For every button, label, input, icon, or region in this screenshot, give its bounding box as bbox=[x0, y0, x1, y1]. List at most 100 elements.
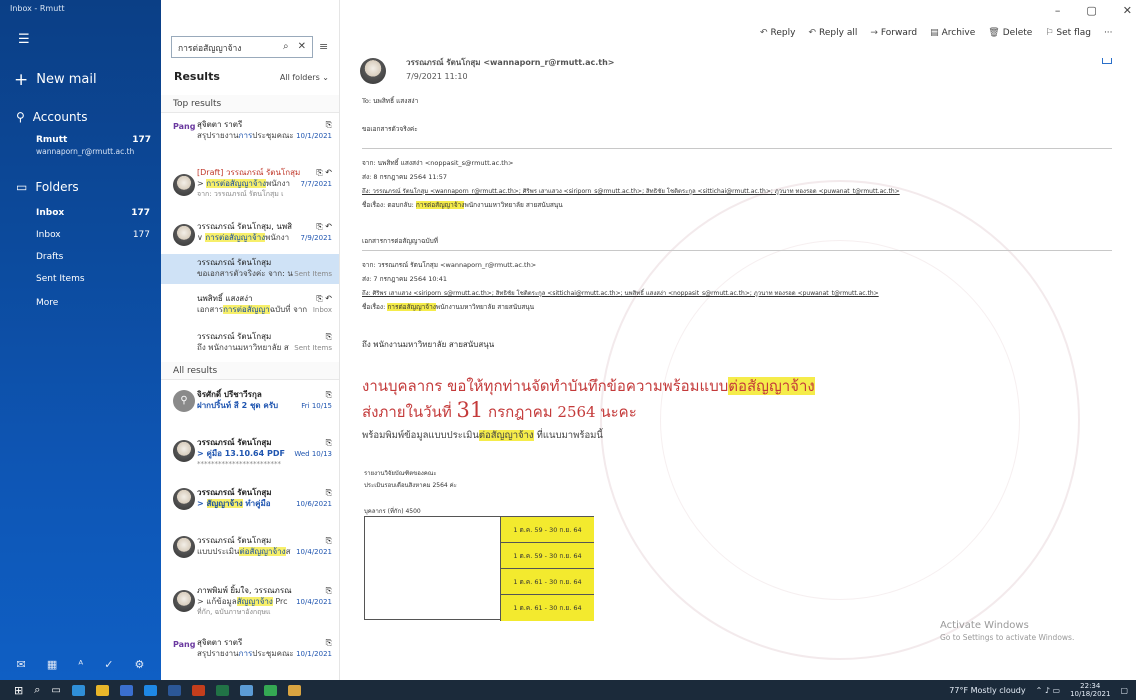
app-icon[interactable] bbox=[287, 684, 301, 696]
account-rmutt[interactable]: Rmutt 177 wannaporn_r@rmutt.ac.th bbox=[36, 135, 151, 156]
app-switcher: ✉ ▦ ᴬ ✓ ⚙ bbox=[0, 648, 161, 680]
sender: วรรณภรณ์ รัตนโกสุม, นพสิ bbox=[197, 222, 293, 231]
navigation-pane: Inbox - Rmutt ☰ + New mail ⚲ Accounts Rm… bbox=[0, 0, 161, 680]
mail-icon[interactable]: ✉ bbox=[17, 658, 26, 671]
results-header: Results All folders ⌄ bbox=[174, 70, 329, 83]
new-mail-button[interactable]: + New mail bbox=[14, 69, 97, 90]
quoted-subject: ชื่อเรื่อง: ตอบกลับ: การต่อสัญญาจ้างพนัก… bbox=[362, 200, 563, 210]
quoted-subject: ชื่อเรื่อง: การต่อสัญญาจ้างพนักงานมหาวิท… bbox=[362, 302, 534, 312]
reply-all-button[interactable]: ↶ Reply all bbox=[808, 28, 857, 38]
notification-icon[interactable]: ▢ bbox=[1120, 686, 1128, 695]
list-item[interactable]: ภาพพิมพ์ ยิ้มใจ, วรรณภรณ ⎘ > แก้ข้อมูลสัญ… bbox=[161, 582, 339, 626]
account-name: Rmutt bbox=[36, 135, 68, 145]
subject: สรุปรายงาน bbox=[197, 130, 239, 140]
accounts-header[interactable]: ⚲ Accounts bbox=[16, 110, 88, 124]
message-from[interactable]: วรรณภรณ์ รัตนโกสุม <wannaporn_r@rmutt.ac… bbox=[406, 56, 614, 69]
person-icon: ⚲ bbox=[16, 110, 25, 124]
sender: วรรณภรณ์ รัตนโกสุม bbox=[197, 258, 272, 267]
collapse-icon[interactable] bbox=[1102, 58, 1112, 64]
list-item[interactable]: สุจิตตา ราตรี ⎘ สรุปรายงานการประชุมคณะ 10/… bbox=[161, 116, 339, 152]
activate-subtitle: Go to Settings to activate Windows. bbox=[940, 633, 1075, 642]
sender: วรรณภรณ์ รัตนโกสุม bbox=[197, 536, 272, 545]
subject: > แก้ข้อมูล bbox=[197, 596, 237, 606]
scope-dropdown[interactable]: All folders ⌄ bbox=[280, 73, 329, 82]
task-view-icon[interactable]: ▭ bbox=[51, 685, 60, 696]
folder-more[interactable]: More bbox=[0, 294, 161, 312]
file-explorer-icon[interactable] bbox=[95, 684, 109, 696]
flag-icon: ⚐ bbox=[1045, 28, 1054, 38]
body-match: ต่อสัญญาจ้าง bbox=[478, 430, 534, 441]
settings-icon[interactable]: ⚙ bbox=[135, 658, 145, 671]
list-item[interactable]: นพสิทธิ์ แสงสง่า ⎘ ↶ เอกสารการต่อสัญญาฉบั… bbox=[161, 290, 339, 320]
reply-label: Reply bbox=[770, 28, 796, 38]
delete-button[interactable]: 🗑 Delete bbox=[988, 28, 1032, 38]
search-input[interactable]: การต่อสัญญาจ้าง ⌕ ✕ bbox=[171, 36, 313, 58]
edge-icon[interactable] bbox=[71, 684, 85, 696]
store-icon[interactable] bbox=[119, 684, 133, 696]
all-results-header: All results bbox=[161, 362, 339, 380]
sender: วรรณภรณ์ รัตนโกสุม bbox=[197, 438, 272, 447]
set-flag-button[interactable]: ⚐ Set flag bbox=[1045, 28, 1091, 38]
list-item[interactable]: วรรณภรณ์ รัตนโกสุม ⎘ > สัญญาจ้าง ทำคู่มือ… bbox=[161, 484, 339, 518]
subject-match: การ bbox=[238, 648, 253, 658]
list-item[interactable]: วรรณภรณ์ รัตนโกสุม ⎘ > คู่มือ 13.10.64 PD… bbox=[161, 434, 339, 474]
minimize-icon[interactable]: – bbox=[1055, 4, 1061, 17]
list-item[interactable]: วรรณภรณ์ รัตนโกสุม ⎘ แบบประเมินต่อสัญญาจ้… bbox=[161, 532, 339, 566]
preview: จาก: วรรณภรณ์ รัตนโกสุม เ bbox=[197, 190, 284, 198]
quoted-from: จาก: นพสิทธิ์ แสงสง่า <noppasit_s@rmutt.… bbox=[362, 159, 514, 167]
tray-icons[interactable]: ⌃ ♪ ▭ bbox=[1036, 686, 1060, 695]
list-item[interactable]: [Draft] วรรณภรณ์ รัตนโกสุม ⎘ ↶ > การต่อสั… bbox=[161, 164, 339, 208]
sender: วรรณภรณ์ รัตนโกสุม bbox=[197, 488, 272, 497]
list-item[interactable]: วรรณภรณ์ รัตนโกสุม, นพสิ ⎘ ↶ ∨ การต่อสัญญ… bbox=[161, 218, 339, 252]
clear-search-icon[interactable]: ✕ bbox=[298, 41, 306, 53]
forward-button[interactable]: → Forward bbox=[870, 28, 917, 38]
list-item[interactable]: จิรศักดิ์ ปรีชาวีรกุล ⎘ ฝากปริ้นท์ สี 2 ช… bbox=[161, 386, 339, 420]
more-button[interactable]: ··· bbox=[1104, 28, 1113, 38]
attachment-icon: ⎘ bbox=[325, 390, 332, 399]
list-item[interactable]: สุจิตตา ราตรี ⎘ สรุปรายงานการประชุมคณะ 10/… bbox=[161, 634, 339, 670]
powerpoint-icon[interactable] bbox=[191, 684, 205, 696]
search-taskbar-icon[interactable]: ⌕ bbox=[34, 683, 40, 697]
excel-icon[interactable] bbox=[215, 684, 229, 696]
attachment-icon: ⎘ bbox=[325, 536, 332, 545]
maximize-icon[interactable]: ▢ bbox=[1086, 4, 1096, 17]
subject-match: การต่อสัญญาจ้าง bbox=[206, 178, 266, 188]
reply-button[interactable]: ↶ Reply bbox=[760, 28, 795, 38]
date: 7/7/2021 bbox=[300, 179, 332, 188]
folder-sent-items[interactable]: Sent Items bbox=[0, 270, 161, 288]
chrome-icon[interactable] bbox=[263, 684, 277, 696]
weather-widget[interactable]: 77°F Mostly cloudy bbox=[949, 686, 1025, 695]
list-item[interactable]: วรรณภรณ์ รัตนโกสุม ⎘ ถึง พนักงานมหาวิทยาล… bbox=[161, 328, 339, 358]
announcement-text: ส่งภายในวันที่ bbox=[362, 403, 457, 421]
calendar-icon[interactable]: ▦ bbox=[47, 658, 57, 671]
subject-rest: ฉบับที่ จาก bbox=[269, 304, 308, 314]
filter-icon[interactable]: ≡ bbox=[319, 40, 328, 53]
close-icon[interactable]: ✕ bbox=[1123, 4, 1132, 17]
plus-icon: + bbox=[14, 69, 29, 90]
subject-match: การต่อสัญญา bbox=[223, 304, 270, 314]
search-icon[interactable]: ⌕ bbox=[283, 41, 289, 53]
archive-button[interactable]: ▤ Archive bbox=[930, 28, 975, 38]
app-icon[interactable] bbox=[239, 684, 253, 696]
body-line: ขอเอกสารตัวจริงค่ะ bbox=[362, 125, 418, 133]
windows-start-icon[interactable]: ⊞ bbox=[14, 684, 23, 697]
subject-rest: พนักงานมหาวิทยาลัย สายสนับสนุน bbox=[464, 201, 563, 209]
new-mail-label: New mail bbox=[36, 72, 97, 87]
date: 10/1/2021 bbox=[296, 131, 332, 140]
folder-drafts[interactable]: Drafts bbox=[0, 248, 161, 266]
todo-icon[interactable]: ✓ bbox=[104, 658, 113, 671]
folder-inbox-2[interactable]: Inbox 177 bbox=[0, 226, 161, 244]
list-item-selected[interactable]: วรรณภรณ์ รัตนโกสุม ขอเอกสารตัวจริงค่ะ จา… bbox=[161, 254, 339, 284]
forward-icon: → bbox=[870, 28, 878, 38]
hamburger-icon[interactable]: ☰ bbox=[18, 32, 30, 47]
mail-taskbar-icon[interactable] bbox=[143, 684, 157, 696]
subject-rest: พนักงานมหาวิทยาลัย สายสนับสนุน bbox=[435, 303, 535, 311]
word-icon[interactable] bbox=[167, 684, 181, 696]
date: 10/4/2021 bbox=[296, 547, 332, 556]
body-text: ที่แนบมาพร้อมนี้ bbox=[533, 430, 603, 441]
clock[interactable]: 22:34 10/18/2021 bbox=[1070, 682, 1110, 698]
people-icon[interactable]: ᴬ bbox=[78, 658, 83, 671]
folders-header[interactable]: ▭ Folders bbox=[16, 180, 79, 194]
folder-inbox[interactable]: Inbox 177 bbox=[0, 204, 161, 222]
subject-rest: ทำคู่มือ bbox=[242, 498, 271, 508]
